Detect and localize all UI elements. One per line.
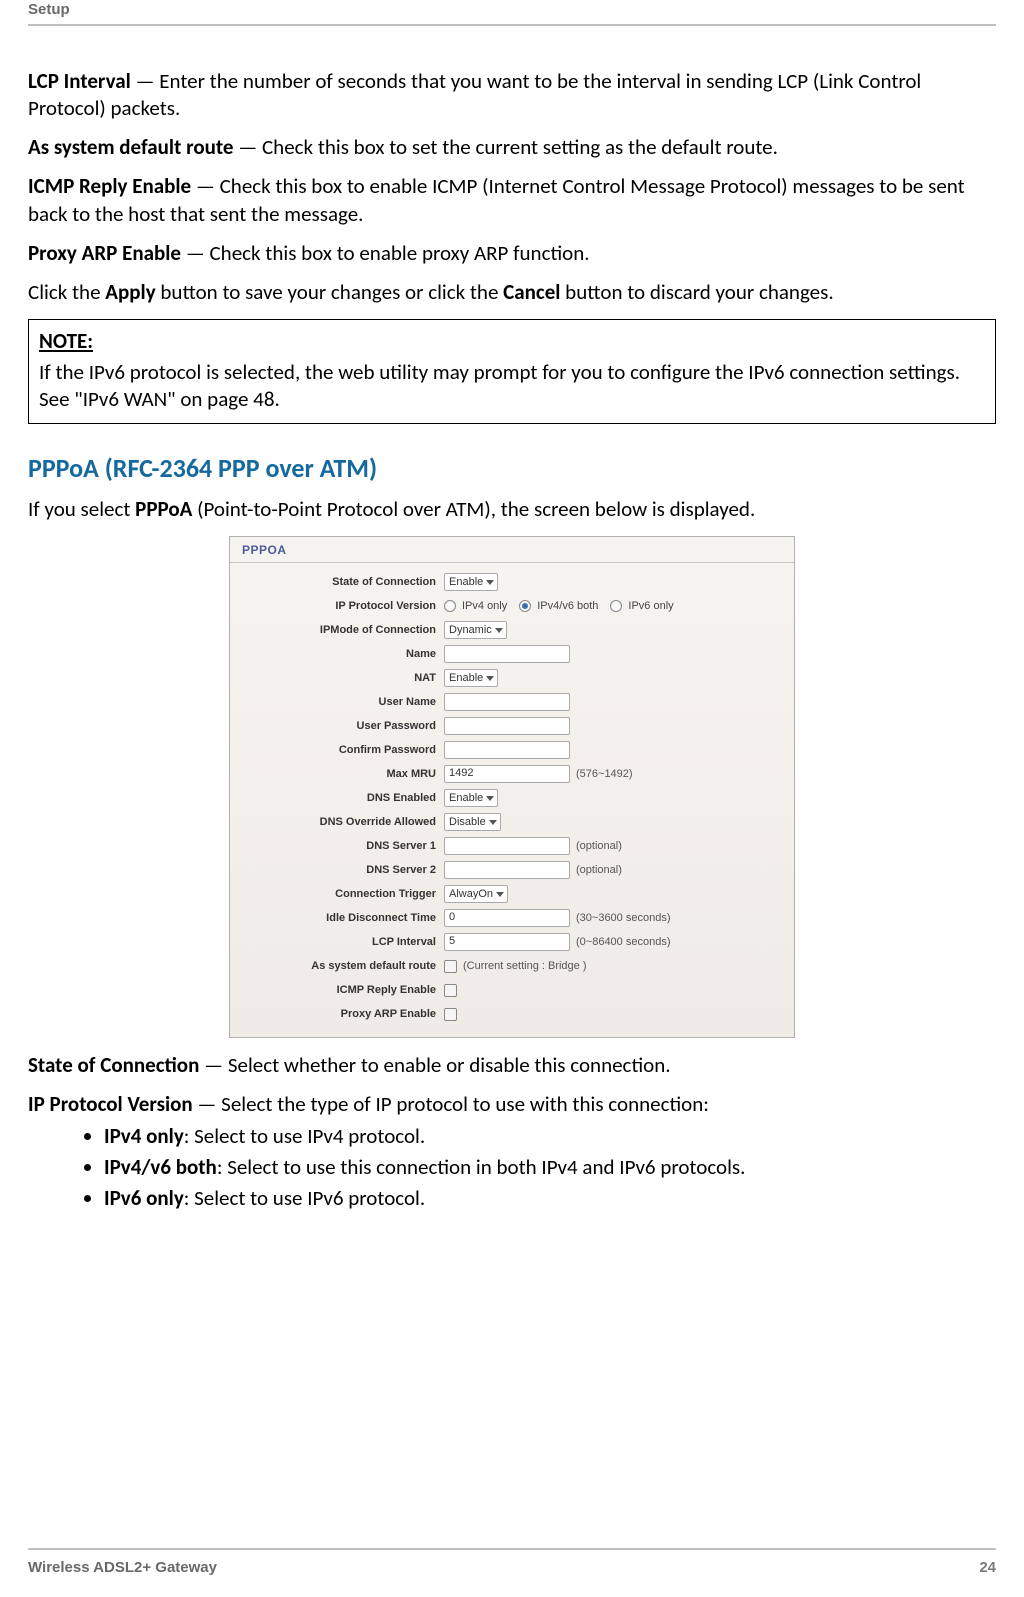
text-apply-pre: Click the bbox=[28, 279, 105, 305]
term-proxy-arp: Proxy ARP Enable bbox=[28, 240, 181, 266]
footer-product: Wireless ADSL2+ Gateway bbox=[28, 1558, 217, 1578]
footer-page-number: 24 bbox=[979, 1558, 996, 1578]
label-dns-server-2: DNS Server 2 bbox=[238, 863, 444, 877]
list-item-ipv6-only: IPv6 only: Select to use IPv6 protocol. bbox=[104, 1185, 996, 1212]
hint-default-route: (Current setting : Bridge ) bbox=[463, 959, 587, 973]
term-li-ipv6: IPv6 only bbox=[104, 1185, 184, 1211]
label-ip-protocol-version: IP Protocol Version bbox=[238, 599, 444, 613]
radio-ipv4-only[interactable] bbox=[444, 600, 456, 612]
text-default-route: — Check this box to set the current sett… bbox=[233, 134, 777, 160]
text-state-of-connection: — Select whether to enable or disable th… bbox=[199, 1052, 670, 1078]
select-ipmode[interactable]: Dynamic bbox=[444, 621, 507, 639]
term-cancel: Cancel bbox=[503, 279, 560, 305]
label-nat: NAT bbox=[238, 671, 444, 685]
heading-pppoa: PPPoA (RFC-2364 PPP over ATM) bbox=[28, 452, 996, 486]
radio-ipv6-only[interactable] bbox=[610, 600, 622, 612]
hint-lcp-interval: (0~86400 seconds) bbox=[576, 935, 670, 949]
list-item-ipv4v6-both: IPv4/v6 both: Select to use this connect… bbox=[104, 1154, 996, 1181]
text-lcp-interval: — Enter the number of seconds that you w… bbox=[28, 68, 921, 121]
label-user-password: User Password bbox=[238, 719, 444, 733]
pppoa-panel-title: PPPOA bbox=[230, 537, 794, 564]
text-pppoa-post: (Point-to-Point Protocol over ATM), the … bbox=[192, 496, 755, 522]
label-name: Name bbox=[238, 647, 444, 661]
checkbox-proxy-arp[interactable] bbox=[444, 1008, 457, 1021]
para-icmp-reply: ICMP Reply Enable — Check this box to en… bbox=[28, 173, 996, 228]
text-pppoa-pre: If you select bbox=[28, 496, 135, 522]
select-nat[interactable]: Enable bbox=[444, 669, 498, 687]
label-lcp-interval-shot: LCP Interval bbox=[238, 935, 444, 949]
note-title: NOTE: bbox=[39, 328, 985, 355]
note-body: If the IPv6 protocol is selected, the we… bbox=[39, 359, 985, 414]
select-state[interactable]: Enable bbox=[444, 573, 498, 591]
select-dns-enabled[interactable]: Enable bbox=[444, 789, 498, 807]
term-icmp-reply: ICMP Reply Enable bbox=[28, 173, 191, 199]
label-idle-disconnect: Idle Disconnect Time bbox=[238, 911, 444, 925]
section-header: Setup bbox=[28, 0, 996, 26]
select-connection-trigger[interactable]: AlwayOn bbox=[444, 885, 508, 903]
para-ip-protocol-version: IP Protocol Version — Select the type of… bbox=[28, 1091, 996, 1118]
label-ipmode: IPMode of Connection bbox=[238, 623, 444, 637]
radio-ipv4v6-both[interactable] bbox=[519, 600, 531, 612]
label-default-route-shot: As system default route bbox=[238, 959, 444, 973]
label-user-name: User Name bbox=[238, 695, 444, 709]
label-dns-override: DNS Override Allowed bbox=[238, 815, 444, 829]
label-connection-trigger: Connection Trigger bbox=[238, 887, 444, 901]
label-dns-server-1: DNS Server 1 bbox=[238, 839, 444, 853]
para-state-of-connection: State of Connection — Select whether to … bbox=[28, 1052, 996, 1079]
input-lcp-interval[interactable]: 5 bbox=[444, 933, 570, 951]
term-apply: Apply bbox=[105, 279, 155, 305]
checkbox-icmp-reply[interactable] bbox=[444, 984, 457, 997]
term-li-ipv4: IPv4 only bbox=[104, 1123, 184, 1149]
input-dns-server-2[interactable] bbox=[444, 861, 570, 879]
label-dns-enabled: DNS Enabled bbox=[238, 791, 444, 805]
text-li-both: : Select to use this connection in both … bbox=[217, 1154, 746, 1180]
label-confirm-password: Confirm Password bbox=[238, 743, 444, 757]
page-footer: Wireless ADSL2+ Gateway 24 bbox=[28, 1548, 996, 1578]
hint-idle-disconnect: (30~3600 seconds) bbox=[576, 911, 670, 925]
bullet-list-ip-version: IPv4 only: Select to use IPv4 protocol. … bbox=[104, 1123, 996, 1213]
label-state: State of Connection bbox=[238, 575, 444, 589]
note-box: NOTE: If the IPv6 protocol is selected, … bbox=[28, 319, 996, 425]
term-lcp-interval: LCP Interval bbox=[28, 68, 131, 94]
term-ip-protocol-version: IP Protocol Version bbox=[28, 1091, 193, 1117]
radio-label-ipv6-only: IPv6 only bbox=[628, 599, 673, 613]
checkbox-default-route[interactable] bbox=[444, 960, 457, 973]
term-state-of-connection: State of Connection bbox=[28, 1052, 199, 1078]
radio-label-ipv4-only: IPv4 only bbox=[462, 599, 507, 613]
label-icmp-reply-shot: ICMP Reply Enable bbox=[238, 983, 444, 997]
select-dns-override[interactable]: Disable bbox=[444, 813, 501, 831]
input-dns-server-1[interactable] bbox=[444, 837, 570, 855]
input-confirm-password[interactable] bbox=[444, 741, 570, 759]
radio-label-ipv4v6-both: IPv4/v6 both bbox=[537, 599, 598, 613]
text-li-ipv4: : Select to use IPv4 protocol. bbox=[184, 1123, 425, 1149]
para-pppoa-intro: If you select PPPoA (Point-to-Point Prot… bbox=[28, 496, 996, 523]
para-default-route: As system default route — Check this box… bbox=[28, 134, 996, 161]
text-apply-post: button to discard your changes. bbox=[560, 279, 833, 305]
text-li-ipv6: : Select to use IPv6 protocol. bbox=[184, 1185, 425, 1211]
input-user-password[interactable] bbox=[444, 717, 570, 735]
label-proxy-arp-shot: Proxy ARP Enable bbox=[238, 1007, 444, 1021]
text-ip-protocol-version: — Select the type of IP protocol to use … bbox=[193, 1091, 709, 1117]
hint-max-mru: (576~1492) bbox=[576, 767, 633, 781]
hint-dns1-optional: (optional) bbox=[576, 839, 622, 853]
screenshot-container: PPPOA State of Connection Enable IP Prot… bbox=[28, 536, 996, 1039]
text-apply-mid: button to save your changes or click the bbox=[156, 279, 504, 305]
term-li-both: IPv4/v6 both bbox=[104, 1154, 217, 1180]
para-lcp-interval: LCP Interval — Enter the number of secon… bbox=[28, 68, 996, 123]
label-max-mru: Max MRU bbox=[238, 767, 444, 781]
input-name[interactable] bbox=[444, 645, 570, 663]
para-apply-cancel: Click the Apply button to save your chan… bbox=[28, 279, 996, 306]
input-user-name[interactable] bbox=[444, 693, 570, 711]
text-proxy-arp: — Check this box to enable proxy ARP fun… bbox=[181, 240, 590, 266]
term-pppoa: PPPoA bbox=[135, 496, 192, 522]
pppoa-panel-body: State of Connection Enable IP Protocol V… bbox=[230, 563, 794, 1037]
hint-dns2-optional: (optional) bbox=[576, 863, 622, 877]
pppoa-panel: PPPOA State of Connection Enable IP Prot… bbox=[229, 536, 795, 1039]
list-item-ipv4-only: IPv4 only: Select to use IPv4 protocol. bbox=[104, 1123, 996, 1150]
input-max-mru[interactable]: 1492 bbox=[444, 765, 570, 783]
term-default-route: As system default route bbox=[28, 134, 233, 160]
para-proxy-arp: Proxy ARP Enable — Check this box to ena… bbox=[28, 240, 996, 267]
input-idle-disconnect[interactable]: 0 bbox=[444, 909, 570, 927]
